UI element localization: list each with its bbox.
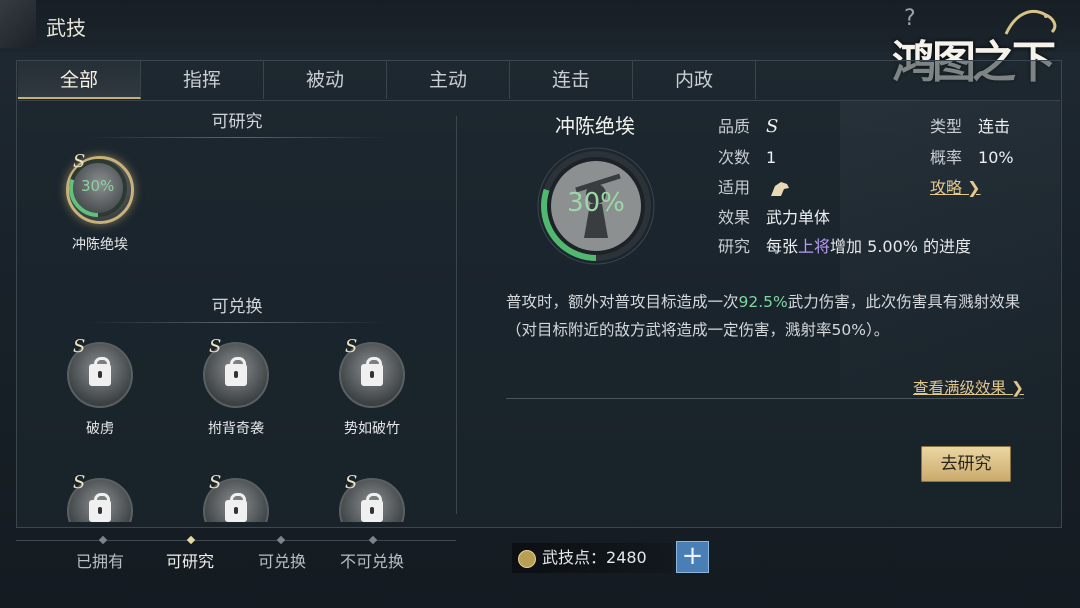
panel-divider [456,116,457,514]
filter-marker [98,535,108,545]
grade-badge: S [73,151,86,172]
skill-points-label: 武技点： [542,548,607,567]
guide-link[interactable]: 攻略 ❯ [930,174,981,198]
tab-all[interactable]: 全部 [18,61,141,99]
skill-name: 势如破竹 [344,421,400,437]
grade-badge: S [73,336,86,357]
category-tabs: 全部 指挥 被动 主动 连击 内政 [18,61,756,101]
skill-item-exchangeable[interactable]: S 拊背奇袭 [176,336,296,438]
quality-row: 品质 S [718,113,778,137]
tab-active[interactable]: 主动 [387,61,510,99]
dragon-icon [1004,10,1057,35]
skill-item-exchangeable[interactable]: S [312,472,432,522]
guide-link-label: 攻略 [930,178,963,197]
research-highlight: 上将 [798,237,831,256]
effect-label: 效果 [718,208,751,227]
skill-item-researchable[interactable]: S 30% 冲陈绝埃 [40,151,160,254]
grade-badge: S [209,336,222,357]
quality-value: S [766,116,779,137]
lock-icon [89,357,111,386]
researchable-heading: 可研究 [37,107,437,138]
skill-row-clipped: S S S [16,470,456,522]
description-highlight: 92.5% [738,293,788,311]
lock-icon [361,493,383,522]
research-label: 研究 [718,237,751,256]
rate-value: 10% [978,148,1014,167]
description-part-1: 普攻时，额外对普攻目标造成一次 [506,293,739,311]
filter-not-exchangeable[interactable]: 不可兑换 [340,548,404,572]
skill-points-value: 2480 [606,548,647,567]
filter-bar: 已拥有 可研究 可兑换 不可兑换 [16,535,456,576]
skill-detail-name: 冲陈绝埃 [555,114,635,138]
skill-point-coin-icon [518,549,536,568]
cavalry-icon [771,181,790,196]
count-row: 次数 1 [718,144,776,168]
quality-label: 品质 [718,117,751,136]
skill-description: 普攻时，额外对普攻目标造成一次92.5%武力伤害，此次伤害具有溅射效果（对目标附… [506,288,1026,344]
skill-points-display: 武技点：2480 [512,543,672,573]
filter-exchangeable[interactable]: 可兑换 [258,548,306,572]
skill-name: 冲陈绝埃 [72,237,128,253]
skill-portrait: S [339,336,405,408]
skill-portrait: S [203,472,269,522]
skill-portrait: S [203,336,269,408]
skill-name: 拊背奇袭 [208,421,264,437]
tab-combo[interactable]: 连击 [510,61,633,99]
grade-badge: S [345,472,358,493]
skill-item-exchangeable[interactable]: S 破虏 [40,336,160,438]
tab-internal-affairs[interactable]: 内政 [633,61,756,99]
skill-item-exchangeable[interactable]: S [40,472,160,522]
type-label: 类型 [930,117,963,136]
skill-item-exchangeable[interactable]: S 势如破竹 [312,336,432,438]
skill-portrait: S [67,472,133,522]
skill-portrait: S [67,336,133,408]
lock-icon [225,357,247,386]
tab-underline [18,100,1060,101]
research-row: 研究 每张上将增加 5.00% 的进度 [718,233,971,257]
grade-badge: S [345,336,358,357]
filter-owned[interactable]: 已拥有 [76,548,124,572]
progress-label: 30% [81,177,115,195]
exchangeable-heading: 可兑换 [37,292,437,323]
back-decoration[interactable] [0,0,36,48]
research-prefix: 每张 [766,237,799,256]
go-research-button[interactable]: 去研究 [921,446,1011,482]
research-suffix: 增加 5.00% 的进度 [830,237,972,256]
view-full-effect-link[interactable]: 查看满级效果 ❯ [913,376,1024,398]
count-value: 1 [766,148,777,167]
skill-detail-portrait: 30% [536,146,656,266]
filter-line [16,540,456,541]
chevron-right-icon: ❯ [962,178,981,197]
skill-detail-progress: 30% [567,188,625,218]
lock-icon [225,493,247,522]
skill-portrait: S [339,472,405,522]
count-label: 次数 [718,148,751,167]
skill-name: 破虏 [86,421,114,437]
lock-icon [89,493,111,522]
lock-icon [361,357,383,386]
filter-researchable[interactable]: 可研究 [166,548,214,572]
detail-divider [506,398,1024,399]
add-skill-points-button[interactable]: + [676,541,709,573]
type-value: 连击 [978,117,1011,136]
filter-marker [276,535,286,545]
filter-marker [368,535,378,545]
applies-label: 适用 [718,178,751,197]
view-full-effect-label: 查看满级效果 [913,379,1007,397]
rate-row: 概率 10% [930,144,1014,168]
skill-portrait: S 30% [66,151,134,224]
effect-row: 效果 武力单体 [718,204,830,228]
effect-value: 武力单体 [766,208,831,227]
chevron-right-icon: ❯ [1006,379,1024,397]
filter-marker-active [186,535,196,545]
type-row: 类型 连击 [930,113,1010,137]
applies-row: 适用 [718,174,791,198]
rate-label: 概率 [930,148,963,167]
tab-command[interactable]: 指挥 [141,61,264,99]
page-title: 武技 [46,16,86,40]
tab-passive[interactable]: 被动 [264,61,387,99]
skill-item-exchangeable[interactable]: S [176,472,296,522]
grade-badge: S [73,472,86,493]
grade-badge: S [209,472,222,493]
